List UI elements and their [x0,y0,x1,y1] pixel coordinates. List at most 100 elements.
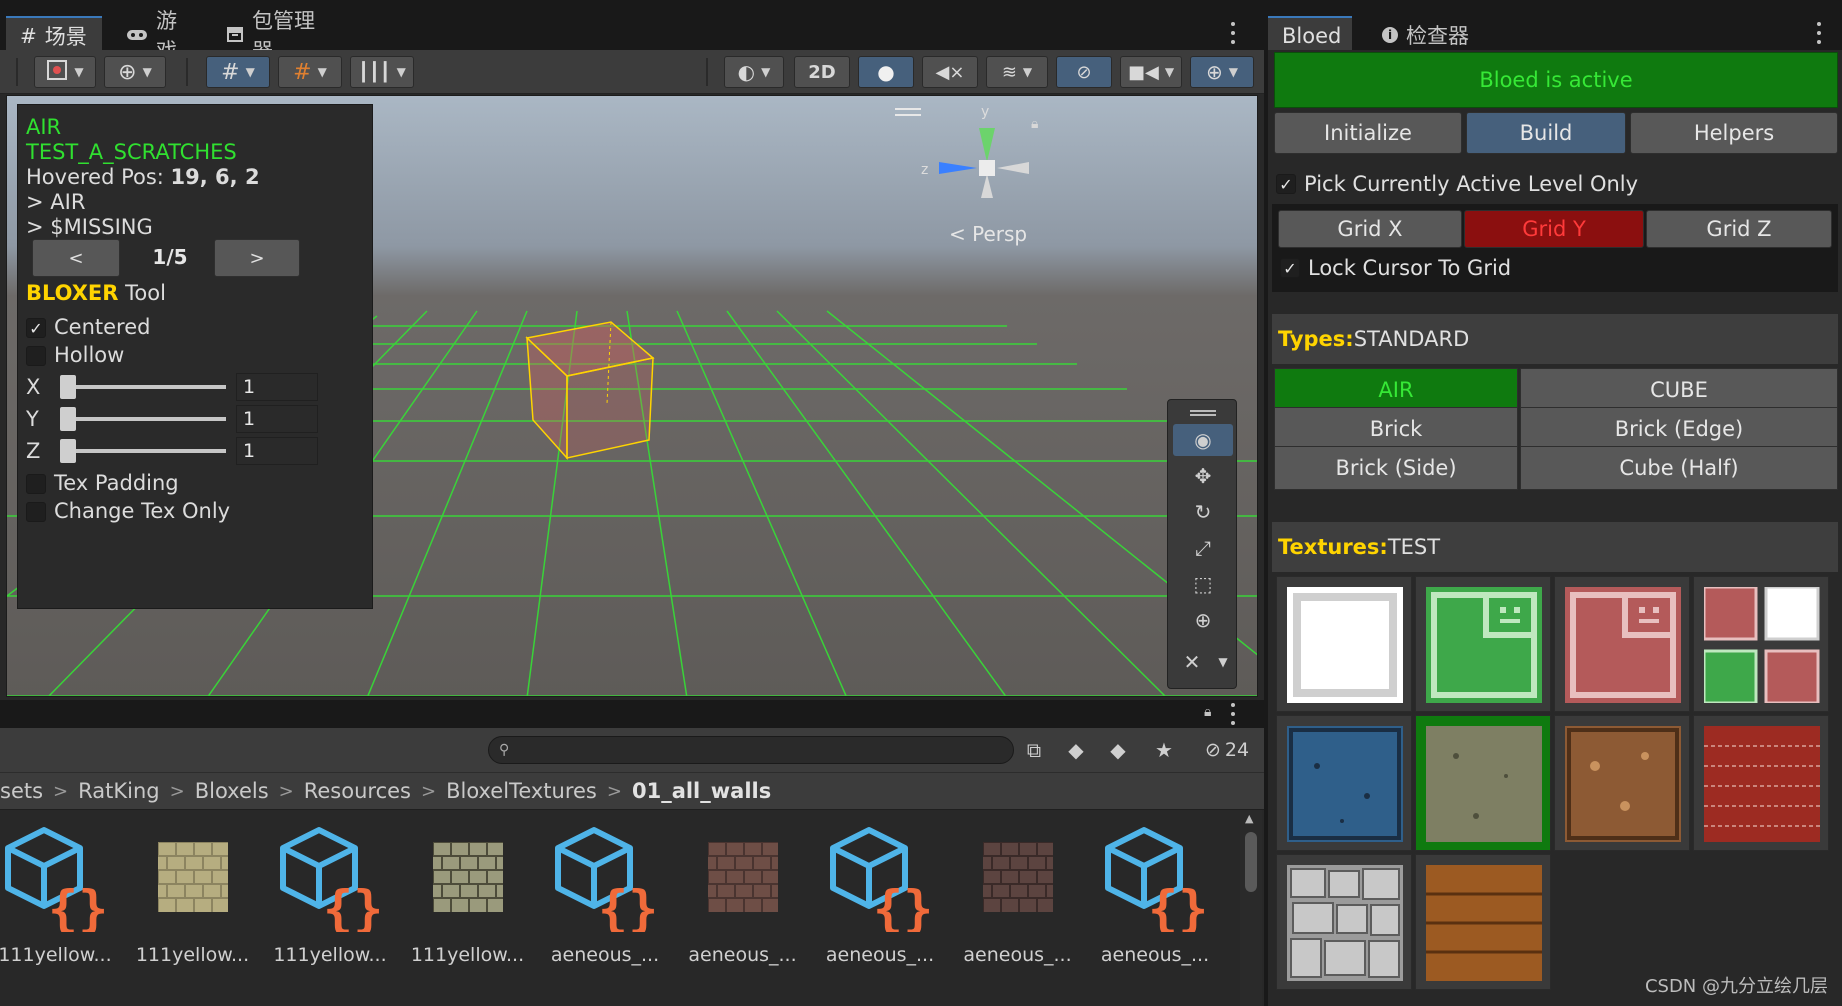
y-value-field[interactable]: 1 [236,405,318,433]
asset-item[interactable]: 111yellow... [399,826,537,976]
filter-by-label-button[interactable]: ◆ [1100,734,1136,766]
search-in-folder-button[interactable]: ⧉ [1016,734,1052,766]
type-button[interactable]: Cube (Half) [1520,446,1838,490]
next-page-button[interactable]: > [214,239,300,277]
scene-menu-kebab-icon[interactable] [1230,22,1236,44]
transform-tool-button[interactable]: ⊕ [1173,604,1233,636]
z-slider-handle[interactable] [60,439,76,463]
asset-item[interactable]: {} 111yellow... [0,826,124,976]
project-lock-icon[interactable]: 🔒︎ [1204,704,1211,720]
rect-tool-button[interactable]: ⬚ [1173,568,1233,600]
texture-mossy-stone[interactable] [1415,715,1551,851]
breadcrumb-item[interactable]: RatKing [78,779,159,803]
hollow-toggle[interactable]: Hollow [26,343,124,368]
breadcrumb-item[interactable]: BloxelTextures [446,779,597,803]
palette-drag-handle-icon[interactable] [1190,410,1216,416]
favorites-button[interactable]: ★ [1146,734,1182,766]
axis-gizmo[interactable]: y z [917,104,1047,218]
lighting-toggle-button[interactable]: ● [858,56,914,88]
tex-padding-checkbox[interactable] [26,473,46,494]
filter-by-type-button[interactable]: ◆ [1058,734,1094,766]
tab-bloed[interactable]: Bloed [1268,16,1352,50]
x-value-field[interactable]: 1 [236,373,318,401]
asset-item[interactable]: aeneous_... [949,826,1087,976]
grid-snap-button[interactable]: # ▼ [206,56,270,88]
breadcrumb-current[interactable]: 01_all_walls [632,779,771,803]
tab-game[interactable]: 游戏 [112,9,204,63]
custom-tool-button[interactable]: ✕ [1173,646,1211,678]
texture-multi-small[interactable] [1693,576,1829,712]
z-slider[interactable] [62,449,226,453]
hidden-packages-button[interactable]: ⊘ 24 [1192,734,1262,766]
z-value-field[interactable]: 1 [236,437,318,465]
grid-y-button[interactable]: Grid Y [1464,210,1644,248]
texture-white-frame[interactable] [1276,576,1412,712]
change-tex-only-toggle[interactable]: Change Tex Only [26,499,230,524]
breadcrumb-item[interactable]: sets [0,779,43,803]
texture-wood-planks[interactable] [1415,854,1551,990]
breadcrumb-item[interactable]: Resources [304,779,411,803]
type-button[interactable]: Brick [1274,407,1518,451]
type-button[interactable]: AIR [1274,368,1518,412]
persp-label[interactable]: < Persp [949,222,1027,246]
custom-tool-dropdown[interactable]: ▼ [1212,646,1234,678]
asset-item[interactable]: 111yellow... [124,826,262,976]
type-button[interactable]: CUBE [1520,368,1838,412]
audio-toggle-button[interactable]: ◀× [922,56,978,88]
scrollbar-thumb[interactable] [1245,832,1257,892]
lock-cursor-toggle[interactable]: ✓ Lock Cursor To Grid [1280,256,1511,280]
scroll-up-icon[interactable]: ▲ [1245,812,1253,825]
pick-active-level-toggle[interactable]: ✓ Pick Currently Active Level Only [1276,172,1638,196]
shading-mode-button[interactable]: ◐ ▼ [724,56,784,88]
scene-viewport[interactable]: y z 🔒︎ < Persp AIR TEST_A_SCRATCHES Hove… [6,95,1258,697]
helpers-button[interactable]: Helpers [1630,112,1838,154]
breadcrumb-item[interactable]: Bloxels [195,779,269,803]
scene-visibility-button[interactable]: ⊘ [1056,56,1112,88]
rotate-tool-button[interactable]: ↻ [1173,496,1233,528]
camera-button[interactable]: ■◀ ▼ [1120,56,1182,88]
texture-green-test[interactable] [1415,576,1551,712]
texture-red-bricks[interactable] [1693,715,1829,851]
scale-tool-button[interactable]: ⤢ [1173,532,1233,564]
grid-z-button[interactable]: Grid Z [1646,210,1832,248]
effects-button[interactable]: ≋ ▼ [986,56,1048,88]
change-tex-only-checkbox[interactable] [26,501,46,522]
y-slider[interactable] [62,417,226,421]
texture-brown-rock[interactable] [1554,715,1690,851]
search-input[interactable]: ⚲ [488,736,1014,764]
asset-item[interactable]: {} 111yellow... [261,826,399,976]
centered-checkbox[interactable]: ✓ [26,317,46,338]
tab-package-manager[interactable]: 包管理器 [212,9,342,63]
asset-item[interactable]: {} aeneous_... [536,826,674,976]
x-slider[interactable] [62,385,226,389]
mode-2d-button[interactable]: 2D [794,56,850,88]
increment-snap-button[interactable]: # ▼ [278,56,342,88]
texture-red-test[interactable] [1554,576,1690,712]
grid-x-button[interactable]: Grid X [1278,210,1462,248]
x-slider-handle[interactable] [60,375,76,399]
move-tool-button[interactable]: ✥ [1173,460,1233,492]
initialize-button[interactable]: Initialize [1274,112,1462,154]
texture-blue-stone[interactable] [1276,715,1412,851]
pick-active-level-checkbox[interactable]: ✓ [1276,174,1296,194]
draw-mode-button[interactable]: ▼ [34,56,96,88]
type-button[interactable]: Brick (Side) [1274,446,1518,490]
asset-scrollbar[interactable]: ▲ [1240,810,1262,1006]
global-toggle-button[interactable]: ⊕ ▼ [104,56,166,88]
asset-item[interactable]: {} aeneous_... [1086,826,1224,976]
tab-inspector[interactable]: i 检查器 [1368,16,1488,50]
centered-toggle[interactable]: ✓ Centered [26,315,150,340]
tex-padding-toggle[interactable]: Tex Padding [26,471,179,496]
tab-scene[interactable]: # 场景 [6,16,102,50]
asset-item[interactable]: aeneous_... [674,826,812,976]
bloed-menu-kebab-icon[interactable] [1816,22,1822,44]
hollow-checkbox[interactable] [26,345,46,366]
asset-item[interactable]: {} aeneous_... [811,826,949,976]
lock-cursor-checkbox[interactable]: ✓ [1280,258,1300,278]
build-button[interactable]: Build [1466,112,1626,154]
project-menu-kebab-icon[interactable] [1230,703,1236,725]
type-button[interactable]: Brick (Edge) [1520,407,1838,451]
lock-icon[interactable]: 🔒︎ [1031,116,1038,132]
view-tool-button[interactable]: ◉ [1173,424,1233,456]
gizmos-button[interactable]: ⊕ ▼ [1190,56,1254,88]
